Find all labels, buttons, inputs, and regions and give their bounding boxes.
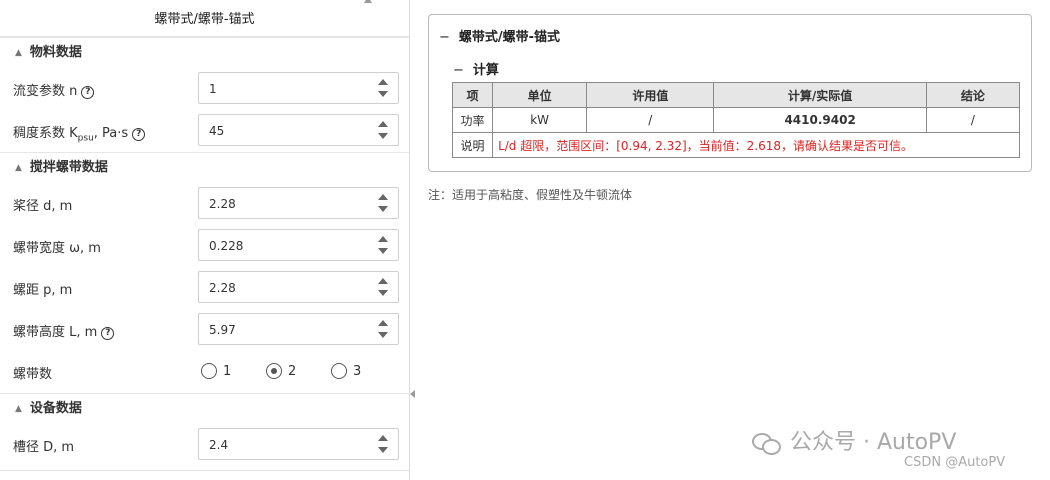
spinner-arrows-icon[interactable]: [378, 79, 388, 97]
tank-diameter-label: 槽径 D, m: [13, 440, 75, 455]
diameter-input[interactable]: 2.28: [198, 187, 399, 219]
height-input[interactable]: 5.97: [198, 313, 399, 345]
table-row: 功率 kW / 4410.9402 /: [451, 107, 1021, 133]
cell-allowed: /: [586, 107, 715, 133]
field-diameter: 桨径 d, m 2.28: [0, 183, 409, 225]
input-panel: 螺带式/螺带-锚式 ▲ 物料数据 流变参数 n? 1 稠度系数 Kpsu, Pa·…: [0, 0, 410, 480]
width-input[interactable]: 0.228: [198, 229, 399, 261]
collapse-minus-icon[interactable]: −: [439, 30, 450, 45]
ribbon-count-label: 螺带数: [13, 367, 53, 382]
consistency-value[interactable]: 45: [209, 124, 224, 138]
wechat-icon: [752, 431, 782, 455]
result-card-title[interactable]: − 螺带式/螺带-锚式: [439, 26, 560, 45]
cell-actual: 4410.9402: [713, 107, 927, 133]
collapse-minus-icon[interactable]: −: [453, 63, 464, 78]
section-equipment-label: 设备数据: [29, 401, 82, 416]
question-circle-icon[interactable]: ?: [101, 327, 115, 340]
width-label: 螺带宽度 ω, m: [13, 241, 101, 256]
header-allowed: 许用值: [586, 82, 715, 108]
radio-circle-icon[interactable]: [331, 363, 347, 379]
section-material[interactable]: ▲ 物料数据: [0, 37, 409, 68]
table-header-row: 项 单位 许用值 计算/实际值 结论: [451, 82, 1021, 108]
result-table: 项 单位 许用值 计算/实际值 结论 功率 kW / 4410.9402 / 说…: [451, 82, 1021, 158]
question-circle-icon[interactable]: ?: [81, 86, 95, 99]
panel-title: 螺带式/螺带-锚式: [0, 0, 409, 37]
spinner-arrows-icon[interactable]: [378, 320, 388, 338]
section-ribbon[interactable]: ▲ 搅拌螺带数据: [0, 152, 409, 183]
tank-diameter-input[interactable]: 2.4: [198, 428, 399, 460]
flow-index-label: 流变参数 n?: [13, 80, 95, 100]
section-material-label: 物料数据: [29, 45, 82, 60]
watermark-csdn: CSDN @AutoPV: [904, 455, 1006, 470]
triangle-up-icon: ▲: [15, 48, 22, 58]
field-height: 螺带高度 L, m? 5.97: [0, 309, 409, 351]
divider: [0, 470, 409, 471]
footnote: 注：适用于高粘度、假塑性及牛顿流体: [428, 188, 633, 202]
watermark-wechat: 公众号 · AutoPV: [752, 424, 956, 456]
result-card: − 螺带式/螺带-锚式 − 计算 项 单位 许用值 计算/实际值 结论 功率 kW …: [428, 14, 1032, 172]
cell-note-label: 说明: [451, 132, 494, 158]
diameter-value[interactable]: 2.28: [209, 197, 236, 211]
radio-circle-icon[interactable]: [201, 363, 217, 379]
radio-option-2[interactable]: 2: [266, 363, 296, 379]
radio-option-3[interactable]: 3: [331, 363, 361, 379]
field-tank-diameter: 槽径 D, m 2.4: [0, 424, 409, 466]
consistency-input[interactable]: 45: [198, 114, 399, 146]
diameter-label: 桨径 d, m: [13, 199, 73, 214]
question-circle-icon[interactable]: ?: [132, 128, 146, 141]
spinner-arrows-icon[interactable]: [378, 121, 388, 139]
pitch-input[interactable]: 2.28: [198, 271, 399, 303]
calc-subtitle[interactable]: − 计算: [453, 59, 499, 78]
field-width: 螺带宽度 ω, m 0.228: [0, 225, 409, 267]
triangle-up-icon: ▲: [15, 404, 22, 414]
header-item: 项: [451, 82, 494, 108]
field-consistency: 稠度系数 Kpsu, Pa·s? 45: [0, 110, 409, 152]
collapse-handle-icon[interactable]: [364, 0, 372, 3]
width-value[interactable]: 0.228: [209, 239, 243, 253]
spinner-arrows-icon[interactable]: [378, 435, 388, 453]
radio-selected-icon[interactable]: [266, 363, 282, 379]
flow-index-input[interactable]: 1: [198, 72, 399, 104]
ribbon-count-radio-group: 1 2 3: [201, 363, 401, 383]
cell-item: 功率: [451, 107, 494, 133]
table-row-note: 说明 L/d 超限，范围区间：[0.94, 2.32]，当前值：2.618，请确…: [451, 132, 1020, 158]
field-flow-index: 流变参数 n? 1: [0, 68, 409, 110]
spinner-arrows-icon[interactable]: [378, 194, 388, 212]
flow-index-value[interactable]: 1: [209, 82, 217, 96]
header-actual: 计算/实际值: [713, 82, 927, 108]
spinner-arrows-icon[interactable]: [378, 278, 388, 296]
field-ribbon-count: 螺带数 1 2 3: [0, 351, 409, 393]
pitch-value[interactable]: 2.28: [209, 281, 236, 295]
field-pitch: 螺距 p, m 2.28: [0, 267, 409, 309]
height-label: 螺带高度 L, m?: [13, 321, 115, 341]
pitch-label: 螺距 p, m: [13, 283, 73, 298]
cell-note-text: L/d 超限，范围区间：[0.94, 2.32]，当前值：2.618，请确认结果…: [492, 132, 1020, 158]
triangle-up-icon: ▲: [15, 163, 22, 173]
header-conclusion: 结论: [925, 82, 1021, 108]
section-equipment[interactable]: ▲ 设备数据: [0, 393, 409, 424]
radio-option-1[interactable]: 1: [201, 363, 231, 379]
header-unit: 单位: [492, 82, 588, 108]
section-ribbon-label: 搅拌螺带数据: [29, 160, 108, 175]
tank-diameter-value[interactable]: 2.4: [209, 438, 228, 452]
splitter-handle-icon[interactable]: [410, 390, 415, 398]
consistency-label: 稠度系数 Kpsu, Pa·s?: [13, 122, 146, 144]
cell-conclusion: /: [925, 107, 1021, 133]
spinner-arrows-icon[interactable]: [378, 236, 388, 254]
cell-unit: kW: [492, 107, 588, 133]
height-value[interactable]: 5.97: [209, 323, 236, 337]
